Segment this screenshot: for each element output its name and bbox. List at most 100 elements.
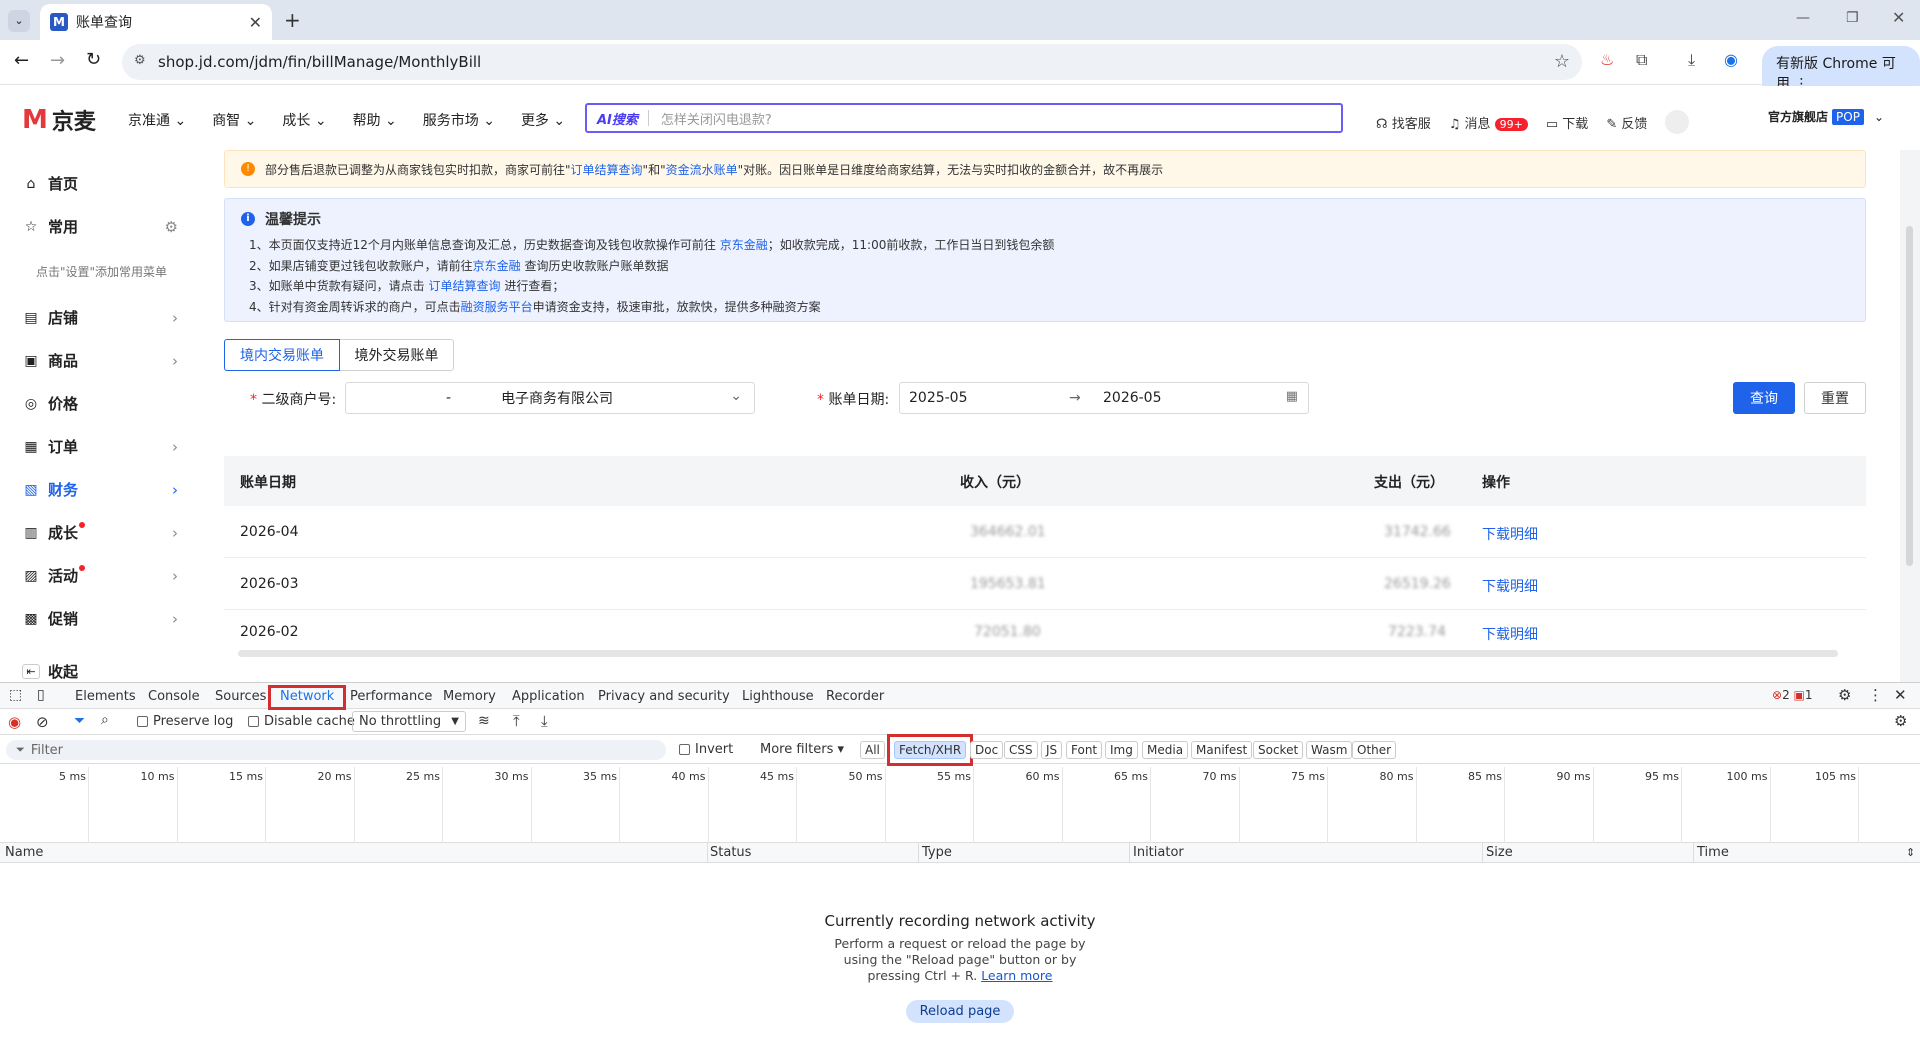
device-toolbar-icon[interactable]: ▯ [37,687,45,703]
tab-application[interactable]: Application [512,689,585,704]
disable-cache-checkbox[interactable]: Disable cache [248,714,355,729]
filter-manifest[interactable]: Manifest [1191,741,1253,759]
filter-font[interactable]: Font [1066,741,1103,759]
site-search-box[interactable]: AI搜索 怎样关闭闪电退款? [585,103,1343,133]
invert-checkbox[interactable]: Invert [679,742,733,757]
search-icon[interactable]: ⌕ [101,712,109,728]
filter-css[interactable]: CSS [1004,741,1038,759]
learn-more-link[interactable]: Learn more [981,968,1052,983]
tab-privacy-security[interactable]: Privacy and security [598,689,730,704]
inspect-element-icon[interactable]: ⬚ [9,687,22,703]
jd-finance-link[interactable]: 京东金融 [473,259,521,273]
tab-overseas-bills[interactable]: 境外交易账单 [340,339,454,371]
nav-item[interactable]: 成长 ⌄ [282,110,326,130]
reload-icon[interactable]: ↻ [86,49,101,70]
back-icon[interactable]: ← [14,50,29,71]
avatar[interactable] [1665,110,1690,134]
store-selector[interactable]: 官方旗舰店 POP ⌄ [1768,108,1884,125]
jd-finance-link[interactable]: 京东金融 [720,238,768,252]
network-settings-icon[interactable]: ⚙ [1894,712,1907,730]
order-settlement-link[interactable]: 订单结算查询 [428,279,500,293]
tab-memory[interactable]: Memory [443,689,496,704]
sidebar-item-favorites[interactable]: ☆ 常用 ⚙ [0,205,200,248]
column-name[interactable]: Name [5,845,43,860]
fund-flow-link[interactable]: 资金流水账单 [666,161,738,178]
more-filters-dropdown[interactable]: More filters ▾ [760,742,844,757]
tab-domestic-bills[interactable]: 境内交易账单 [224,339,340,371]
forward-icon[interactable]: → [50,50,65,71]
new-tab-button[interactable]: + [284,8,301,32]
financing-platform-link[interactable]: 融资服务平台 [461,300,533,314]
extensions-puzzle-icon[interactable]: ⧉ [1636,50,1647,70]
bookmark-star-icon[interactable]: ☆ [1554,51,1570,72]
record-icon[interactable]: ◉ [8,713,21,731]
tab-performance[interactable]: Performance [350,689,432,704]
sidebar-item-finance[interactable]: ▧ 财务 › [0,468,200,511]
jd-logo[interactable]: M 京麦 [22,104,96,136]
filter-media[interactable]: Media [1142,741,1189,759]
sort-icon[interactable]: ⇕ [1906,846,1915,859]
sidebar-item-orders[interactable]: ▦ 订单 › [0,425,200,468]
downloads-icon[interactable]: ⤓ [1688,50,1695,70]
window-close-icon[interactable]: ✕ [1892,8,1905,27]
network-conditions-icon[interactable]: ≋ [478,713,490,729]
tab-search-button[interactable]: ⌄ [8,10,30,32]
filter-doc[interactable]: Doc [970,741,1004,759]
filter-other[interactable]: Other [1352,741,1397,759]
sidebar-item-home[interactable]: ⌂ 首页 [0,162,200,205]
throttling-select[interactable]: No throttling ▼ [352,711,466,732]
filter-input[interactable]: ⏷ Filter [6,740,666,760]
sidebar-item-products[interactable]: ▣ 商品 › [0,339,200,382]
browser-tab-active[interactable]: M 账单查询 ✕ [40,4,272,40]
filter-img[interactable]: Img [1105,741,1138,759]
filter-js[interactable]: JS [1041,741,1063,759]
filter-all[interactable]: All [860,741,885,759]
column-time[interactable]: Time [1697,845,1729,860]
clear-icon[interactable]: ⊘ [36,713,49,731]
column-status[interactable]: Status [710,845,751,860]
settings-icon[interactable]: ⚙ [165,218,178,236]
tab-lighthouse[interactable]: Lighthouse [742,689,814,704]
sidebar-item-growth[interactable]: ▥ 成长 › [0,511,200,554]
tab-close-icon[interactable]: ✕ [249,13,262,32]
extension-icon[interactable]: ♨ [1600,50,1614,69]
date-range-picker[interactable]: 2025-05 → 2026-05 ▦ [899,382,1309,414]
export-har-icon[interactable]: ⤓ [541,712,548,730]
filter-socket[interactable]: Socket [1253,741,1304,759]
tab-console[interactable]: Console [148,689,200,704]
sidebar-item-store[interactable]: ▤ 店铺 › [0,296,200,339]
download-details-link[interactable]: 下载明细 [1482,624,1538,644]
error-counter[interactable]: ⊗2 ▣1 [1772,688,1813,702]
customer-service-link[interactable]: ☊ 找客服 [1376,113,1431,132]
column-size[interactable]: Size [1486,845,1513,860]
download-link[interactable]: ▭ 下载 [1546,113,1588,132]
profile-icon[interactable]: ◉ [1724,50,1738,69]
vertical-scrollbar[interactable] [1906,226,1913,566]
column-initiator[interactable]: Initiator [1133,845,1184,860]
nav-item[interactable]: 商智 ⌄ [212,110,256,130]
search-input[interactable]: 怎样关闭闪电退款? [661,109,772,128]
feedback-link[interactable]: ✎ 反馈 [1606,113,1647,132]
filter-icon[interactable]: ⏷ [74,713,85,729]
nav-item[interactable]: 更多 ⌄ [521,110,565,130]
tab-recorder[interactable]: Recorder [826,689,884,704]
sidebar-collapse[interactable]: ⇤ 收起 [0,650,200,682]
reload-page-button[interactable]: Reload page [905,1000,1015,1023]
address-bar[interactable]: ⚙ shop.jd.com/jdm/fin/billManage/Monthly… [122,44,1582,80]
column-type[interactable]: Type [922,845,952,860]
download-details-link[interactable]: 下载明细 [1482,576,1538,596]
query-button[interactable]: 查询 [1733,382,1795,414]
close-devtools-icon[interactable]: ✕ [1894,686,1907,704]
sidebar-item-promotion[interactable]: ▩ 促销 › [0,597,200,640]
horizontal-scrollbar[interactable] [238,650,1838,657]
sidebar-item-price[interactable]: ◎ 价格 [0,382,200,425]
nav-item[interactable]: 服务市场 ⌄ [423,110,495,130]
order-settlement-link[interactable]: 订单结算查询 [571,161,643,178]
tab-elements[interactable]: Elements [75,689,136,704]
import-har-icon[interactable]: ⤒ [513,712,520,730]
minimize-icon[interactable]: — [1796,10,1810,26]
merchant-select[interactable]: - 电子商务有限公司 ⌄ [345,382,755,414]
site-info-icon[interactable]: ⚙ [134,53,146,68]
sidebar-item-activities[interactable]: ▨ 活动 › [0,554,200,597]
tab-sources[interactable]: Sources [215,689,266,704]
